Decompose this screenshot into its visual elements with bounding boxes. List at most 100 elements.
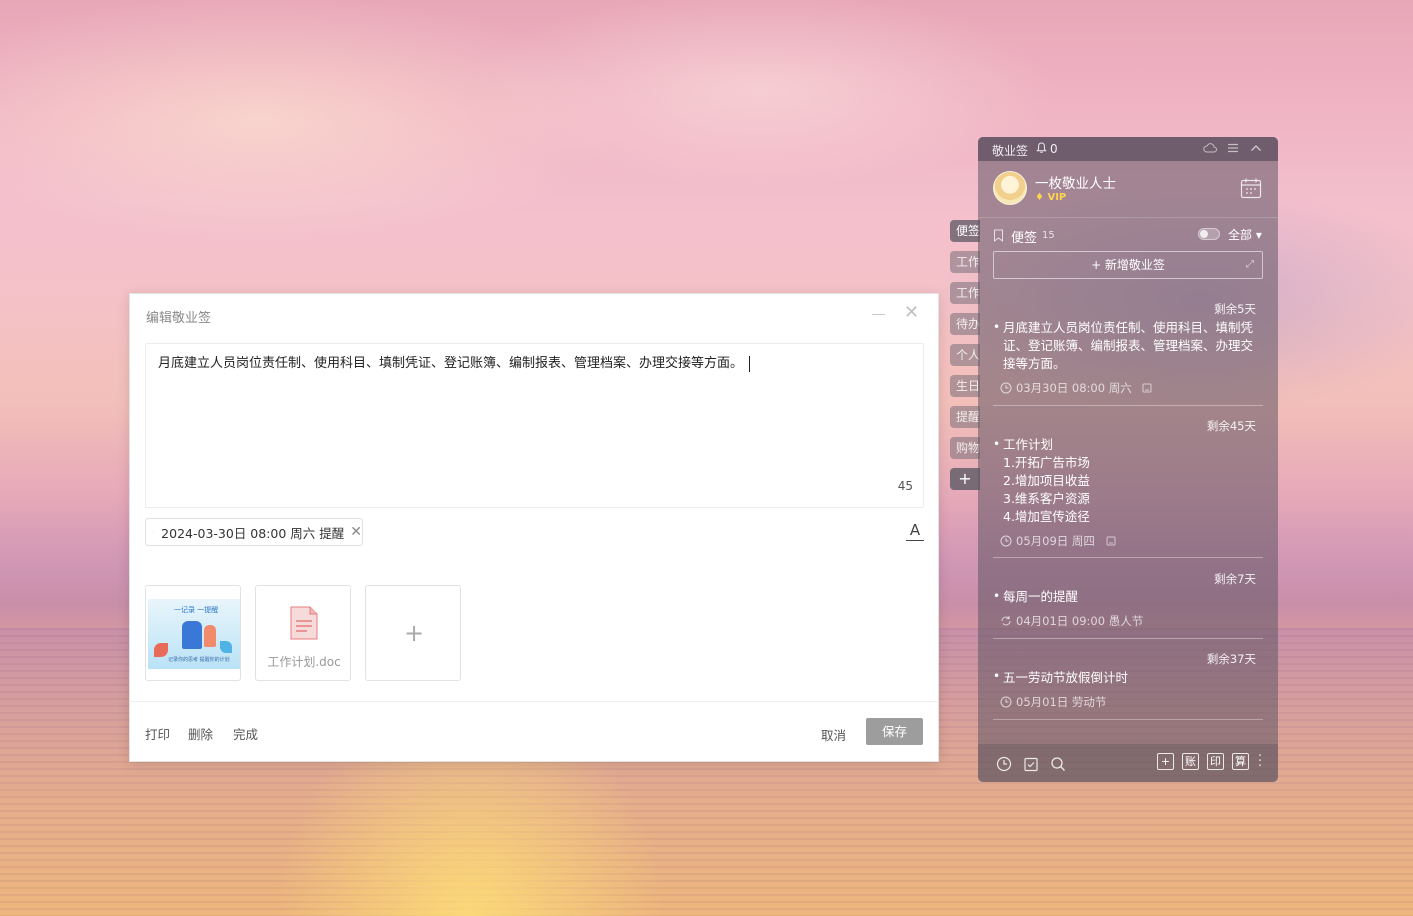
show-toggle[interactable]: [1198, 228, 1220, 240]
thumbnail-figure: [182, 621, 202, 649]
avatar[interactable]: [993, 171, 1027, 205]
done-button[interactable]: 完成: [233, 724, 258, 743]
note-meta: 04月01日 09:00 愚人节: [1000, 613, 1143, 629]
note-line: 4.增加宣传途径: [1003, 509, 1090, 524]
text-caret: [749, 355, 751, 372]
menu-icon[interactable]: [1226, 141, 1240, 155]
edit-note-dialog: 编辑敬业签 ✕ 月底建立人员岗位责任制、使用科目、填制凭证、登记账簿、编制报表、…: [129, 293, 939, 762]
image-thumbnail: 一记录 一提醒 记录你的思考 提醒你的计划: [148, 599, 240, 669]
checklist-icon[interactable]: [1023, 756, 1039, 772]
panel-divider: [978, 217, 1278, 218]
delete-button[interactable]: 删除: [188, 724, 213, 743]
notification-count: 0: [1050, 142, 1058, 156]
bell-icon: [153, 531, 155, 533]
note-text: 每周一的提醒: [1003, 589, 1079, 604]
bookmark-icon: [994, 229, 1003, 242]
more-icon[interactable]: · · ·: [1258, 750, 1264, 773]
note-text: 工作计划 1.开拓广告市场 2.增加项目收益 3.维系客户资源 4.增加宣传途径: [1003, 436, 1258, 526]
chevron-up-icon[interactable]: [1249, 141, 1263, 155]
notes-panel: 敬业签 0 一枚敬业人士 ♦ VIP 便签 15 全部 ▾ + 新增敬业签 ⤢ …: [978, 137, 1278, 782]
tab-notes[interactable]: 便签: [950, 220, 980, 242]
search-icon[interactable]: [1050, 756, 1066, 772]
note-divider: [993, 557, 1263, 558]
footer-divider: [130, 701, 938, 702]
add-icon[interactable]: +: [1157, 753, 1174, 770]
username[interactable]: 一枚敬业人士: [1035, 172, 1116, 192]
note-text: 五一劳动节放假倒计时: [1003, 670, 1129, 685]
cancel-button[interactable]: 取消: [821, 725, 846, 744]
thumbnail-leaf: [154, 643, 168, 657]
clock-icon: [1000, 696, 1012, 708]
bell-icon[interactable]: [1036, 142, 1047, 154]
char-count: 45: [897, 479, 913, 493]
reminder-chip[interactable]: 2024-03-30日 08:00 周六 提醒 ✕: [145, 518, 363, 546]
note-text[interactable]: 月底建立人员岗位责任制、使用科目、填制凭证、登记账簿、编制报表、管理档案、办理交…: [158, 352, 751, 372]
tab-birthday[interactable]: 生日: [950, 375, 980, 397]
note-line: 3.维系客户资源: [1003, 491, 1090, 506]
tab-reminder[interactable]: 提醒: [950, 406, 980, 428]
document-icon: [290, 606, 318, 640]
tab-todo[interactable]: 待办: [950, 313, 980, 335]
tab-work-2[interactable]: 工作: [950, 282, 980, 304]
remaining-days: 剩余7天: [1214, 572, 1256, 586]
minimize-button[interactable]: [872, 303, 886, 317]
bullet: •: [993, 669, 1001, 683]
filter-dropdown[interactable]: 全部 ▾: [1228, 226, 1262, 243]
bullet: •: [993, 437, 1001, 451]
note-line: 1.开拓广告市场: [1003, 455, 1090, 470]
note-line: 2.增加项目收益: [1003, 473, 1090, 488]
category-label[interactable]: 便签: [1011, 227, 1037, 246]
doc-attachment[interactable]: 工作计划.doc: [255, 585, 351, 681]
close-button[interactable]: ✕: [904, 304, 919, 322]
lock-icon: [1106, 536, 1116, 546]
remove-reminder-icon[interactable]: ✕: [350, 524, 362, 540]
thumbnail-figure-2: [204, 625, 216, 647]
thumbnail-caption: 记录你的思考 提醒你的计划: [168, 657, 230, 663]
bullet: •: [993, 320, 1001, 334]
clock-icon: [1000, 535, 1012, 547]
tab-work-1[interactable]: 工作: [950, 251, 980, 273]
image-attachment[interactable]: 一记录 一提醒 记录你的思考 提醒你的计划: [145, 585, 241, 681]
print-button[interactable]: 打印: [145, 724, 170, 743]
doc-filename: 工作计划.doc: [267, 655, 341, 669]
plus-icon: +: [403, 619, 425, 647]
save-button[interactable]: 保存: [866, 718, 923, 745]
app-name: 敬业签: [992, 144, 1029, 158]
note-meta: 05月01日 劳动节: [1000, 694, 1106, 710]
vip-badge: ♦ VIP: [1035, 192, 1067, 203]
bullet: •: [993, 589, 1001, 603]
new-note-button[interactable]: + 新增敬业签 ⤢: [993, 251, 1263, 279]
remaining-days: 剩余5天: [1214, 302, 1256, 316]
note-divider: [993, 719, 1263, 720]
add-attachment-button[interactable]: +: [365, 585, 461, 681]
calendar-icon[interactable]: [1240, 177, 1262, 199]
panel-titlebar: 敬业签 0: [978, 137, 1278, 161]
dialog-title: 编辑敬业签: [146, 311, 212, 326]
lock-icon: [1142, 383, 1152, 393]
add-tab-button[interactable]: +: [950, 468, 980, 490]
note-editor[interactable]: 月底建立人员岗位责任制、使用科目、填制凭证、登记账簿、编制报表、管理档案、办理交…: [145, 343, 924, 508]
expand-icon: ⤢: [1246, 259, 1254, 270]
ledger-button[interactable]: 账: [1182, 753, 1199, 770]
note-line: 工作计划: [1003, 437, 1054, 452]
thumbnail-leaf-2: [220, 641, 232, 653]
clock-icon[interactable]: [996, 756, 1012, 772]
cloud-sync-icon[interactable]: [1203, 141, 1217, 155]
category-count: 15: [1042, 230, 1055, 241]
note-divider: [993, 405, 1263, 406]
print-tool-button[interactable]: 印: [1207, 753, 1224, 770]
note-divider: [993, 638, 1263, 639]
reminder-text: 2024-03-30日 08:00 周六 提醒: [161, 525, 345, 541]
clock-icon: [1000, 382, 1012, 394]
font-style-button[interactable]: A: [906, 523, 924, 541]
thumbnail-title: 一记录 一提醒: [174, 606, 219, 614]
calculator-button[interactable]: 算: [1232, 753, 1249, 770]
note-meta: 03月30日 08:00 周六: [1000, 380, 1157, 396]
tab-shopping[interactable]: 购物: [950, 437, 980, 459]
remaining-days: 剩余45天: [1206, 419, 1256, 433]
tab-personal[interactable]: 个人: [950, 344, 980, 366]
repeat-icon: [1001, 616, 1011, 626]
note-meta: 05月09日 周四: [1000, 533, 1121, 549]
note-text: 月底建立人员岗位责任制、使用科目、填制凭证、登记账簿、编制报表、管理档案、办理交…: [1003, 320, 1254, 371]
panel-toolbar: + 账 印 算 · · ·: [978, 744, 1278, 782]
